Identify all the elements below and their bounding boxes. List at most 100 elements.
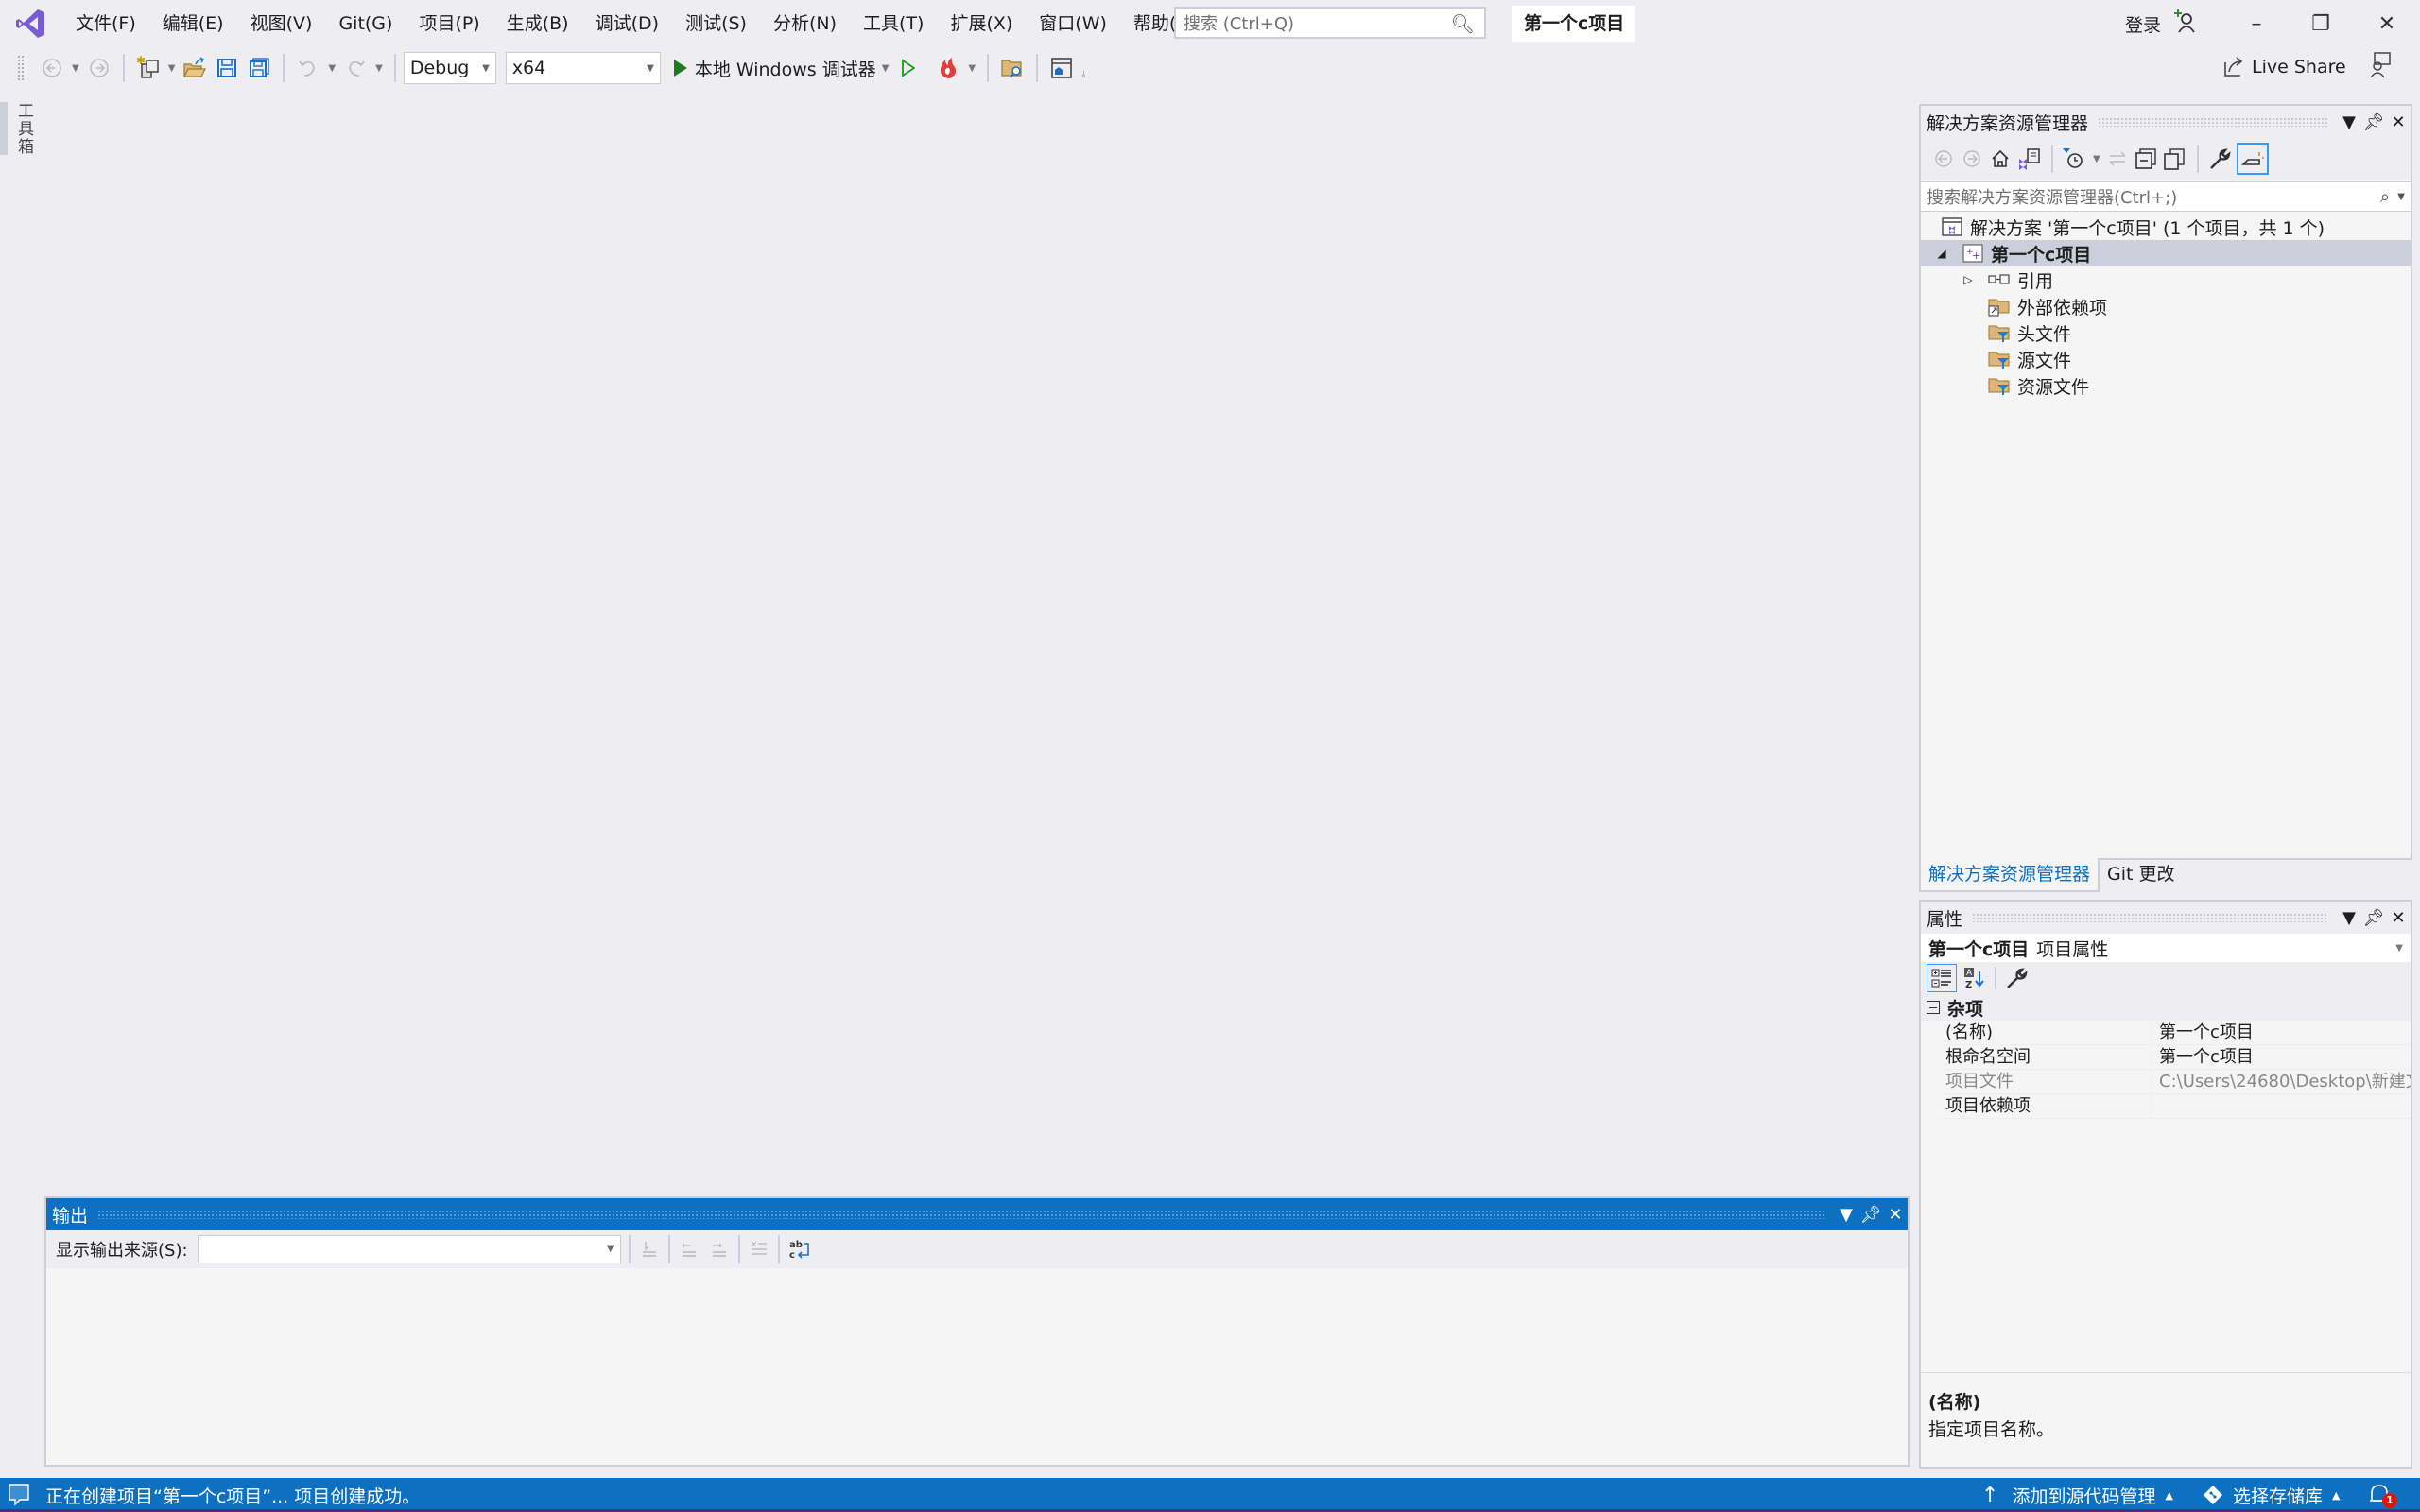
add-to-source-control-button[interactable]: ↑ 添加到源代码管理 ▲ <box>1981 1478 2173 1512</box>
output-source-select[interactable]: ▼ <box>197 1235 621 1263</box>
notifications-button[interactable]: 1 <box>2367 1478 2397 1512</box>
menu-view[interactable]: 视图(V) <box>237 0 326 47</box>
signin-button[interactable]: 登录 <box>2125 11 2161 37</box>
pin-button[interactable]: 📌︎ <box>2361 112 2386 132</box>
back-icon[interactable] <box>1930 146 1959 172</box>
platform-select[interactable]: x64 ▼ <box>505 52 661 84</box>
account-add-icon[interactable] <box>2174 8 2197 36</box>
property-category[interactable]: 杂项 <box>1921 994 2411 1021</box>
tab-git-changes[interactable]: Git 更改 <box>2100 858 2183 892</box>
search-options-dropdown-icon[interactable]: ▼ <box>2397 192 2405 202</box>
global-search-input[interactable]: 搜索 (Ctrl+Q) 🔍︎ <box>1174 7 1486 39</box>
switch-views-icon[interactable] <box>2015 146 2044 172</box>
tree-item-external-dependencies[interactable]: 外部依赖项 <box>1921 293 2411 319</box>
property-row[interactable]: 项目文件 C:\Users\24680\Desktop\新建文 <box>1940 1070 2411 1094</box>
close-window-button[interactable]: ✕ <box>2354 0 2420 47</box>
new-item-dropdown-icon[interactable]: ▼ <box>168 63 176 74</box>
property-value[interactable]: 第一个c项目 <box>2152 1021 2411 1044</box>
categorized-button[interactable] <box>1927 964 1957 992</box>
save-all-button[interactable] <box>245 53 273 83</box>
preview-selected-items-button[interactable] <box>2236 143 2269 175</box>
undo-button[interactable] <box>294 53 322 83</box>
hot-reload-dropdown-icon[interactable]: ▼ <box>968 63 976 74</box>
panel-menu-button[interactable]: ▼ <box>1834 1205 1858 1225</box>
toolbar-grip[interactable] <box>17 55 25 81</box>
start-without-debugging-button[interactable] <box>894 53 923 83</box>
feedback-icon[interactable] <box>2369 51 2392 79</box>
property-value[interactable]: 第一个c项目 <box>2152 1045 2411 1069</box>
tree-item-project[interactable]: ◢ + + 第一个c项目 <box>1921 240 2411 266</box>
collapse-icon[interactable] <box>1927 1001 1940 1014</box>
redo-button[interactable] <box>341 53 370 83</box>
tree-item-references[interactable]: ▷ 引用 <box>1921 266 2411 293</box>
menu-debug[interactable]: 调试(D) <box>582 0 672 47</box>
forward-icon[interactable] <box>1959 146 1987 172</box>
select-repository-button[interactable]: 选择存储库 ▲ <box>2203 1478 2340 1512</box>
redo-dropdown-icon[interactable]: ▼ <box>375 63 383 74</box>
run-target-dropdown-icon[interactable]: ▼ <box>882 63 890 74</box>
menu-git[interactable]: Git(G) <box>325 0 406 47</box>
start-debugging-button[interactable]: 本地 Windows 调试器 <box>672 53 876 83</box>
property-value[interactable]: C:\Users\24680\Desktop\新建文 <box>2152 1070 2411 1093</box>
menu-extensions[interactable]: 扩展(X) <box>937 0 1026 47</box>
property-row[interactable]: (名称) 第一个c项目 <box>1940 1021 2411 1045</box>
menu-edit[interactable]: 编辑(E) <box>149 0 237 47</box>
tree-item-solution[interactable]: 解决方案 '第一个c项目' (1 个项目，共 1 个) <box>1921 214 2411 240</box>
property-value[interactable] <box>2152 1094 2411 1118</box>
new-project-button[interactable]: ✱ <box>134 53 163 83</box>
configuration-select[interactable]: Debug ▼ <box>403 52 496 84</box>
collapse-all-icon[interactable] <box>2133 146 2161 172</box>
back-dropdown-icon[interactable]: ▼ <box>72 63 79 74</box>
menu-analyze[interactable]: 分析(N) <box>760 0 850 47</box>
live-share-button[interactable]: Live Share <box>2221 55 2346 79</box>
close-panel-button[interactable]: ✕ <box>2386 908 2411 928</box>
solution-explorer-search-input[interactable]: 搜索解决方案资源管理器(Ctrl+;) ⌕ ▼ <box>1921 181 2411 212</box>
panel-drag-handle[interactable] <box>2098 117 2327 127</box>
feedback-bubble-icon[interactable] <box>8 1482 32 1508</box>
collapsed-arrow-icon[interactable]: ▷ <box>1961 273 1976 286</box>
restore-button[interactable]: ❐ <box>2288 0 2354 47</box>
navigate-forward-button[interactable] <box>85 53 113 83</box>
save-button[interactable] <box>213 53 241 83</box>
undo-dropdown-icon[interactable]: ▼ <box>328 63 336 74</box>
minimize-button[interactable]: – <box>2223 0 2290 47</box>
navigate-back-button[interactable] <box>38 53 66 83</box>
browser-link-button[interactable] <box>1047 53 1076 83</box>
toolbox-tab-marker[interactable] <box>0 102 8 155</box>
tree-item-resource-files[interactable]: 资源文件 <box>1921 372 2411 399</box>
filter-dropdown-icon[interactable]: ▼ <box>2093 154 2100 164</box>
open-file-button[interactable] <box>181 53 209 83</box>
property-row[interactable]: 项目依赖项 <box>1940 1094 2411 1119</box>
pin-button[interactable]: 📌︎ <box>1858 1205 1883 1225</box>
previous-message-icon[interactable] <box>678 1238 700 1261</box>
pending-changes-filter-icon[interactable] <box>2061 146 2089 172</box>
panel-menu-button[interactable]: ▼ <box>2337 112 2361 132</box>
menu-project[interactable]: 项目(P) <box>406 0 493 47</box>
menu-file[interactable]: 文件(F) <box>62 0 149 47</box>
word-wrap-icon[interactable]: abc <box>787 1238 812 1261</box>
menu-window[interactable]: 窗口(W) <box>1026 0 1120 47</box>
panel-menu-button[interactable]: ▼ <box>2337 908 2361 928</box>
next-message-icon[interactable] <box>708 1238 731 1261</box>
panel-drag-handle[interactable] <box>97 1210 1824 1219</box>
close-panel-button[interactable]: ✕ <box>2386 112 2411 132</box>
clear-all-icon[interactable] <box>748 1238 770 1261</box>
expanded-arrow-icon[interactable]: ◢ <box>1934 247 1949 260</box>
hot-reload-button[interactable] <box>934 53 962 83</box>
toolbar-overflow-icon[interactable]: ⫰ <box>1081 70 1085 80</box>
tree-item-header-files[interactable]: 头文件 <box>1921 319 2411 346</box>
tab-solution-explorer[interactable]: 解决方案资源管理器 <box>1919 858 2100 892</box>
tree-item-source-files[interactable]: 源文件 <box>1921 346 2411 372</box>
home-icon[interactable] <box>1987 146 2015 172</box>
menu-test[interactable]: 测试(S) <box>672 0 760 47</box>
find-in-files-button[interactable] <box>998 53 1027 83</box>
show-all-files-icon[interactable] <box>2161 146 2189 172</box>
menu-tools[interactable]: 工具(T) <box>850 0 937 47</box>
find-message-in-code-icon[interactable] <box>638 1238 661 1261</box>
panel-drag-handle[interactable] <box>1972 913 2327 922</box>
alphabetical-sort-icon[interactable]: AZ <box>1962 966 1987 990</box>
close-panel-button[interactable]: ✕ <box>1883 1205 1908 1225</box>
toolbox-tab[interactable]: 工具箱 <box>12 102 36 156</box>
property-row[interactable]: 根命名空间 第一个c项目 <box>1940 1045 2411 1070</box>
pin-button[interactable]: 📌︎ <box>2361 908 2386 928</box>
